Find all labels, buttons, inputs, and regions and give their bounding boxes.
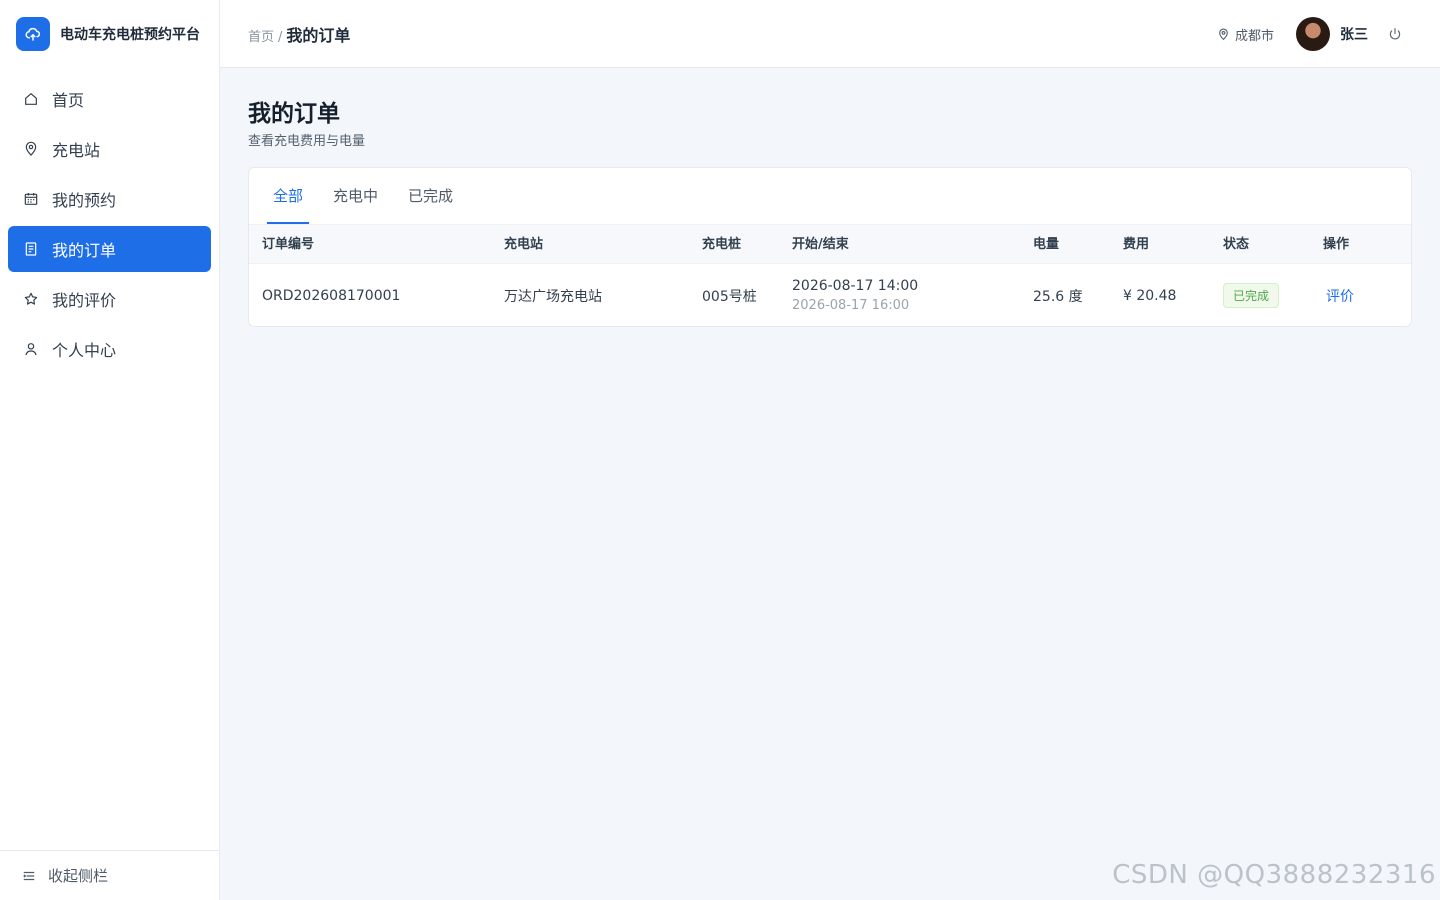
avatar[interactable] [1296, 17, 1330, 51]
star-icon [24, 292, 38, 305]
column-fee: 费用 [1123, 237, 1150, 252]
location-pin-icon [1219, 28, 1228, 40]
sidebar-item-reviews[interactable]: 我的评价 [8, 276, 211, 322]
sidebar-item-label: 我的订单 [52, 241, 117, 260]
cell-action: 评价 [1323, 264, 1354, 326]
breadcrumb-separator: / [278, 30, 283, 45]
breadcrumb-current: 我的订单 [286, 26, 351, 45]
sidebar-item-stations[interactable]: 充电站 [8, 126, 211, 172]
sidebar-item-orders[interactable]: 我的订单 [8, 226, 211, 272]
order-tabs: 全部 充电中 已完成 [267, 168, 477, 224]
end-time: 2026-08-17 16:00 [792, 298, 910, 313]
cell-pile: 005号桩 [702, 288, 757, 305]
cell-time: 2026-08-17 14:00 2026-08-17 16:00 [792, 264, 919, 326]
document-icon [25, 242, 37, 256]
location-pin-icon [25, 141, 37, 156]
start-time: 2026-08-17 14:00 [792, 278, 919, 294]
cell-energy: 25.6 度 [1033, 288, 1083, 305]
orders-card: 全部 充电中 已完成 订单编号 充电站 充电桩 开始/结束 电量 费用 状态 操… [248, 167, 1412, 327]
header-actions: 成都市 张三 [1217, 16, 1402, 52]
sidebar-item-label: 个人中心 [52, 341, 117, 360]
review-button[interactable]: 评价 [1323, 286, 1354, 306]
location-label: 成都市 [1234, 28, 1274, 44]
page-title: 我的订单 [248, 101, 340, 127]
cell-station: 万达广场充电站 [504, 288, 602, 305]
column-station: 充电站 [504, 237, 544, 252]
cell-status: 已完成 [1223, 264, 1280, 326]
breadcrumb-home[interactable]: 首页 [248, 26, 274, 45]
username[interactable]: 张三 [1340, 24, 1368, 44]
tab-charging[interactable]: 充电中 [327, 168, 384, 224]
calendar-icon [24, 193, 38, 205]
sidebar-item-label: 充电站 [52, 141, 101, 160]
column-time: 开始/结束 [792, 237, 849, 252]
location-selector[interactable]: 成都市 [1217, 25, 1274, 44]
status-badge: 已完成 [1223, 283, 1280, 308]
cell-order-no: ORD202608170001 [262, 287, 401, 304]
home-icon [25, 93, 37, 105]
table-row: ORD202608170001 万达广场充电站 005号桩 2026-08-17… [249, 264, 1411, 326]
collapse-label: 收起侧栏 [48, 867, 109, 885]
tab-completed[interactable]: 已完成 [402, 168, 459, 224]
brand: 电动车充电桩预约平台 [16, 16, 200, 52]
table-header: 订单编号 充电站 充电桩 开始/结束 电量 费用 状态 操作 [249, 224, 1411, 264]
column-order-no: 订单编号 [262, 237, 315, 252]
sidebar-item-home[interactable]: 首页 [8, 76, 211, 122]
watermark: CSDN @QQ3888232316 [1112, 860, 1436, 890]
column-pile: 充电桩 [702, 237, 742, 252]
sidebar-item-label: 首页 [52, 91, 85, 110]
column-action: 操作 [1323, 237, 1350, 252]
sidebar-nav: 首页 充电站 我的预约 我的订单 我的评价 个人中心 [8, 76, 211, 376]
sidebar-item-label: 我的预约 [52, 191, 117, 210]
sidebar-item-label: 我的评价 [52, 291, 117, 310]
app-title: 电动车充电桩预约平台 [60, 27, 200, 43]
page-subtitle: 查看充电费用与电量 [248, 134, 366, 149]
sidebar-item-profile[interactable]: 个人中心 [8, 326, 211, 372]
cell-fee: ¥ 20.48 [1123, 287, 1177, 304]
column-status: 状态 [1223, 237, 1250, 252]
top-header: 首页 / 我的订单 成都市 张三 [220, 0, 1440, 68]
menu-fold-icon [23, 871, 35, 880]
collapse-sidebar-button[interactable]: 收起侧栏 [0, 850, 219, 900]
breadcrumb: 首页 / 我的订单 [248, 22, 350, 46]
sidebar: 电动车充电桩预约平台 首页 充电站 我的预约 我的订单 我的评价 个人中心 收起… [0, 0, 220, 900]
cloud-upload-icon [16, 17, 50, 51]
user-icon [25, 343, 37, 356]
tab-all[interactable]: 全部 [267, 168, 310, 224]
power-icon[interactable] [1388, 27, 1402, 41]
sidebar-item-reservations[interactable]: 我的预约 [8, 176, 211, 222]
column-energy: 电量 [1033, 237, 1060, 252]
